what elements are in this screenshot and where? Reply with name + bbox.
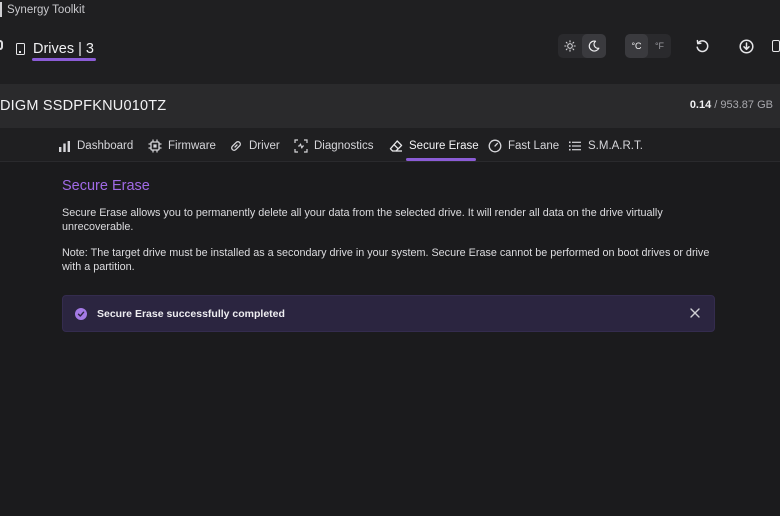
tab-driver[interactable]: Driver [229, 138, 280, 154]
drive-capacity: 0.14 / 953.87 GB [690, 99, 773, 111]
celsius-button[interactable]: °C [625, 34, 648, 58]
eraser-icon [389, 139, 403, 153]
drives-tab-indicator [32, 58, 96, 61]
drive-total: / 953.87 GB [711, 99, 773, 111]
window-edge [0, 2, 2, 17]
tab-label: Diagnostics [314, 140, 374, 152]
drives-separator: | [78, 41, 82, 57]
drive-name: DIGM SSDPFKNU010TZ [0, 98, 167, 114]
download-icon [738, 38, 754, 54]
drives-count: 3 [85, 41, 94, 57]
app-title: Synergy Toolkit [7, 4, 85, 16]
dark-theme-button[interactable] [582, 34, 606, 58]
top-nav: Drives | 3 °C °F [0, 22, 780, 84]
drives-label: Drives [33, 41, 75, 57]
tab-secure-erase[interactable]: Secure Erase [389, 138, 479, 154]
tab-label: Fast Lane [508, 140, 560, 152]
chip-icon [148, 139, 162, 153]
diagnostics-icon [294, 139, 308, 153]
tab-diagnostics[interactable]: Diagnostics [294, 138, 373, 154]
refresh-button[interactable] [690, 34, 714, 58]
close-alert-button[interactable] [688, 306, 702, 320]
download-button[interactable] [734, 34, 758, 58]
secure-erase-panel: Secure Erase Secure Erase allows you to … [62, 178, 722, 274]
alert-message: Secure Erase successfully completed [97, 308, 285, 320]
feature-tabs: Dashboard Firmware Driver Diagnostics Se… [0, 128, 780, 162]
tab-dashboard[interactable]: Dashboard [57, 138, 133, 154]
tab-fast-lane[interactable]: Fast Lane [488, 138, 559, 154]
tab-firmware[interactable]: Firmware [148, 138, 216, 154]
temperature-unit-toggle[interactable]: °C °F [625, 34, 671, 58]
tab-label: S.M.A.R.T. [588, 140, 643, 152]
theme-toggle[interactable] [558, 34, 606, 58]
note-text: Note: The target drive must be installed… [62, 247, 710, 273]
list-icon [568, 139, 582, 153]
title-bar: Synergy Toolkit [0, 0, 780, 22]
tab-smart[interactable]: S.M.A.R.T. [568, 138, 643, 154]
drive-icon [16, 43, 25, 55]
tab-label: Secure Erase [409, 140, 479, 152]
close-icon [690, 308, 700, 318]
drive-used: 0.14 [689, 99, 712, 111]
nav-icon-partial[interactable] [0, 40, 3, 50]
tab-label: Driver [249, 140, 280, 152]
dashboard-icon [57, 139, 71, 153]
moon-icon [588, 40, 600, 52]
tab-label: Dashboard [77, 140, 134, 152]
gauge-icon [488, 139, 502, 153]
section-title: Secure Erase [62, 178, 150, 194]
active-tab-indicator [406, 158, 476, 161]
fahrenheit-button[interactable]: °F [648, 34, 671, 58]
window-button-partial[interactable] [772, 34, 780, 58]
tab-label: Firmware [168, 140, 216, 152]
sun-icon [564, 40, 576, 52]
link-icon [229, 139, 243, 153]
light-theme-button[interactable] [558, 34, 582, 58]
refresh-icon [695, 39, 708, 52]
check-circle-icon [75, 308, 87, 320]
drive-bar: DIGM SSDPFKNU010TZ 0.14 / 953.87 GB [0, 84, 780, 128]
description-text: Secure Erase allows you to permanently d… [62, 207, 663, 233]
window-icon [772, 40, 780, 52]
success-alert: Secure Erase successfully completed [62, 295, 715, 332]
